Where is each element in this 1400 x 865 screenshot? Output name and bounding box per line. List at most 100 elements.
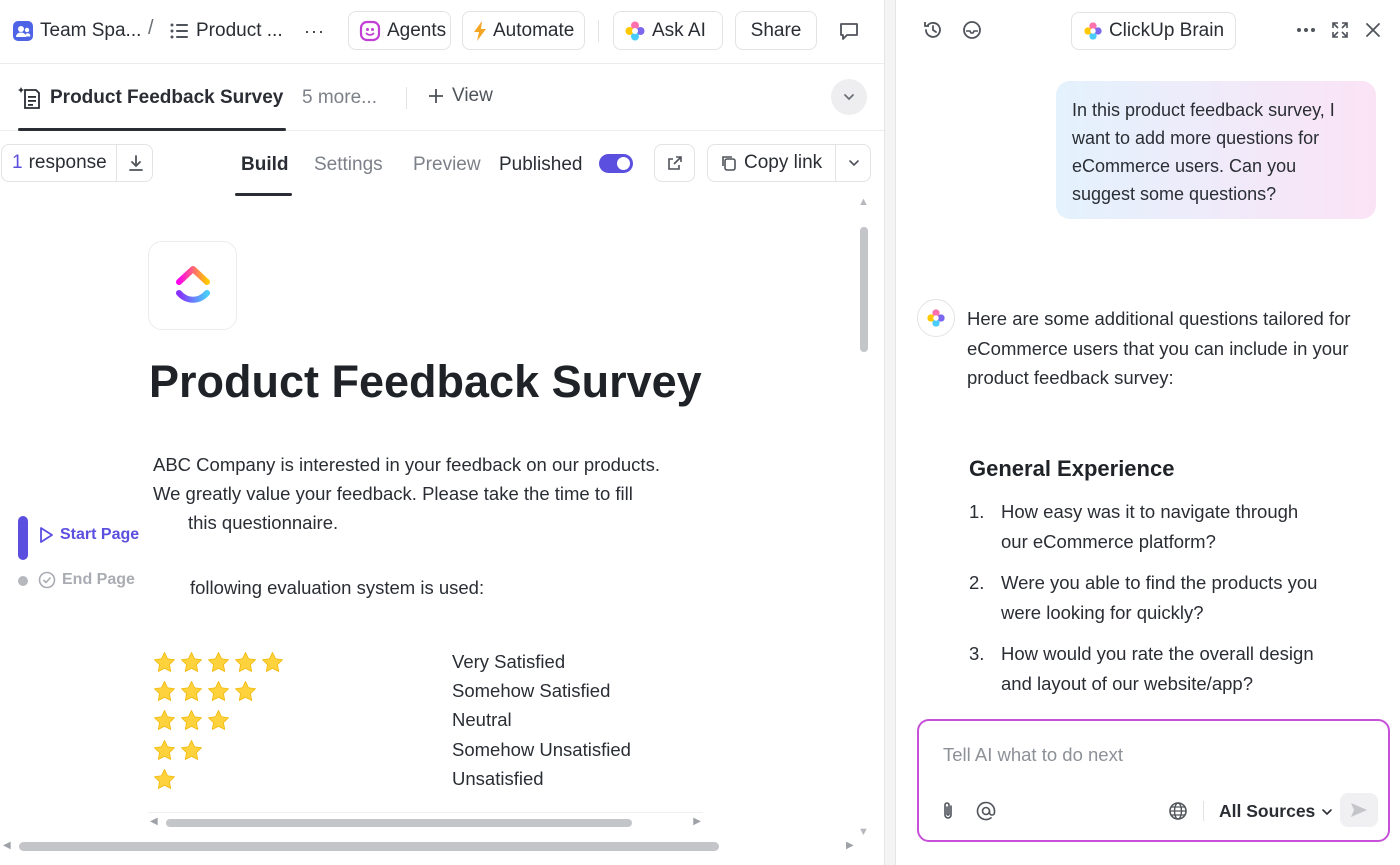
breadcrumb-list[interactable]: Product ... xyxy=(168,17,283,45)
user-message: In this product feedback survey, I want … xyxy=(1056,81,1376,219)
assistant-title-label: ClickUp Brain xyxy=(1108,20,1225,41)
agents-button[interactable]: Agents xyxy=(348,11,451,50)
vertical-scrollbar[interactable] xyxy=(860,227,868,352)
chevron-down-icon xyxy=(1321,806,1333,818)
evaluation-intro[interactable]: following evaluation system is used: xyxy=(190,577,484,599)
ai-avatar-icon xyxy=(917,299,955,337)
response-label: response xyxy=(28,152,107,173)
globe-icon[interactable] xyxy=(1167,800,1189,822)
end-page-item[interactable]: End Page xyxy=(38,571,135,589)
rating-label: Unsatisfied xyxy=(452,767,544,789)
more-options-icon[interactable] xyxy=(1294,18,1318,42)
send-icon[interactable] xyxy=(1340,793,1378,827)
plus-icon xyxy=(428,88,444,104)
download-icon[interactable] xyxy=(116,145,154,181)
check-circle-icon xyxy=(38,571,56,589)
survey-pane: Team Spa... / Product ... ··· Agents Aut… xyxy=(0,0,884,865)
tab-product-feedback-survey[interactable]: Product Feedback Survey xyxy=(18,81,283,115)
page-horizontal-scrollbar[interactable]: ◀ ▶ xyxy=(0,836,884,856)
star-icon xyxy=(154,710,175,731)
content-horizontal-scrollbar[interactable]: ◀ ▶ xyxy=(148,812,703,832)
expand-icon[interactable] xyxy=(1328,18,1352,42)
end-page-label: End Page xyxy=(62,571,135,588)
pane-resize-handle[interactable] xyxy=(884,0,896,865)
star-icon xyxy=(262,652,283,672)
star-icon xyxy=(208,652,229,672)
agents-label: Agents xyxy=(387,19,447,41)
rating-stars xyxy=(153,768,176,791)
ask-ai-button[interactable]: Ask AI xyxy=(613,11,723,50)
content-scroll-thumb[interactable] xyxy=(166,819,632,827)
intro-line-3: this questionnaire. xyxy=(188,512,339,533)
published-label: Published xyxy=(499,154,583,175)
star-icon xyxy=(235,681,256,702)
sources-dropdown[interactable]: All Sources xyxy=(1219,801,1333,822)
mention-icon[interactable] xyxy=(975,800,997,822)
star-icon xyxy=(154,768,175,789)
rating-row: Unsatisfied xyxy=(153,765,713,794)
intro-line-2: We greatly value your feedback. Please t… xyxy=(153,483,633,504)
tab-build[interactable]: Build xyxy=(241,154,289,176)
open-external-icon[interactable] xyxy=(654,144,695,182)
copy-icon xyxy=(720,154,738,172)
rating-row: Neutral xyxy=(153,706,713,735)
page-scroll-thumb[interactable] xyxy=(19,842,719,851)
question-line-2: were looking for quickly? xyxy=(1001,601,1204,623)
scroll-up-arrow-icon[interactable]: ▲ xyxy=(858,196,869,208)
scroll-right-arrow-icon[interactable]: ▶ xyxy=(693,816,701,827)
close-icon[interactable] xyxy=(1361,18,1385,42)
responses-button[interactable]: 1 response xyxy=(1,144,153,182)
copy-link-button[interactable]: Copy link xyxy=(707,144,871,182)
add-view-button[interactable]: View xyxy=(428,85,493,107)
attachment-icon[interactable] xyxy=(937,800,959,822)
star-icon xyxy=(154,739,175,760)
star-icon xyxy=(181,652,202,672)
share-button[interactable]: Share xyxy=(735,11,817,50)
more-options-icon[interactable]: ··· xyxy=(304,17,325,45)
form-toolbar: 1 response Build Settings Preview Publis… xyxy=(0,132,884,196)
page-scroll-right-arrow-icon[interactable]: ▶ xyxy=(846,840,854,851)
tab-preview[interactable]: Preview xyxy=(413,154,481,176)
survey-title[interactable]: Product Feedback Survey xyxy=(149,356,702,408)
published-toggle[interactable] xyxy=(599,154,633,173)
breadcrumb-separator: / xyxy=(148,17,154,39)
ask-ai-label: Ask AI xyxy=(652,19,706,41)
copy-link-label: Copy link xyxy=(744,152,823,173)
ai-section-heading: General Experience xyxy=(969,456,1175,481)
scroll-left-arrow-icon[interactable]: ◀ xyxy=(150,816,158,827)
inbox-icon[interactable] xyxy=(960,18,984,42)
tab-settings[interactable]: Settings xyxy=(314,154,383,176)
ai-composer: All Sources xyxy=(917,719,1390,842)
rating-row: Somehow Unsatisfied xyxy=(153,736,713,765)
question-line-1: How easy was it to navigate through xyxy=(1001,501,1299,522)
question-number: 1. xyxy=(969,501,985,522)
copy-options-chevron-icon[interactable] xyxy=(835,145,871,181)
ai-prompt-input[interactable] xyxy=(943,741,1363,769)
survey-intro[interactable]: ABC Company is interested in your feedba… xyxy=(153,450,713,537)
rating-stars xyxy=(153,739,203,762)
star-icon xyxy=(181,710,202,731)
chevron-down-icon[interactable] xyxy=(831,79,867,115)
comment-icon[interactable] xyxy=(837,19,861,43)
more-views-link[interactable]: 5 more... xyxy=(302,87,377,109)
page-scroll-left-arrow-icon[interactable]: ◀ xyxy=(3,840,11,851)
question-number: 3. xyxy=(969,643,985,664)
tab-label: Product Feedback Survey xyxy=(50,87,284,108)
star-icon xyxy=(181,739,202,760)
star-icon xyxy=(181,681,202,702)
question-text: Were you able to find the products you we… xyxy=(1001,568,1371,627)
rating-label: Very Satisfied xyxy=(452,651,566,672)
automate-button[interactable]: Automate xyxy=(462,11,585,50)
form-logo[interactable] xyxy=(148,241,237,330)
start-page-item[interactable]: Start Page xyxy=(38,526,139,544)
active-page-indicator xyxy=(18,516,28,560)
form-view-icon xyxy=(18,85,44,111)
star-icon xyxy=(208,681,229,702)
assistant-title[interactable]: ClickUp Brain xyxy=(1071,12,1236,50)
history-icon[interactable] xyxy=(921,18,945,42)
brain-icon xyxy=(1083,21,1103,41)
breadcrumb-space[interactable]: Team Spa... xyxy=(12,17,141,45)
breadcrumb-space-label: Team Spa... xyxy=(40,20,142,41)
start-page-label: Start Page xyxy=(60,526,140,543)
form-canvas: Product Feedback Survey ABC Company is i… xyxy=(0,196,884,865)
